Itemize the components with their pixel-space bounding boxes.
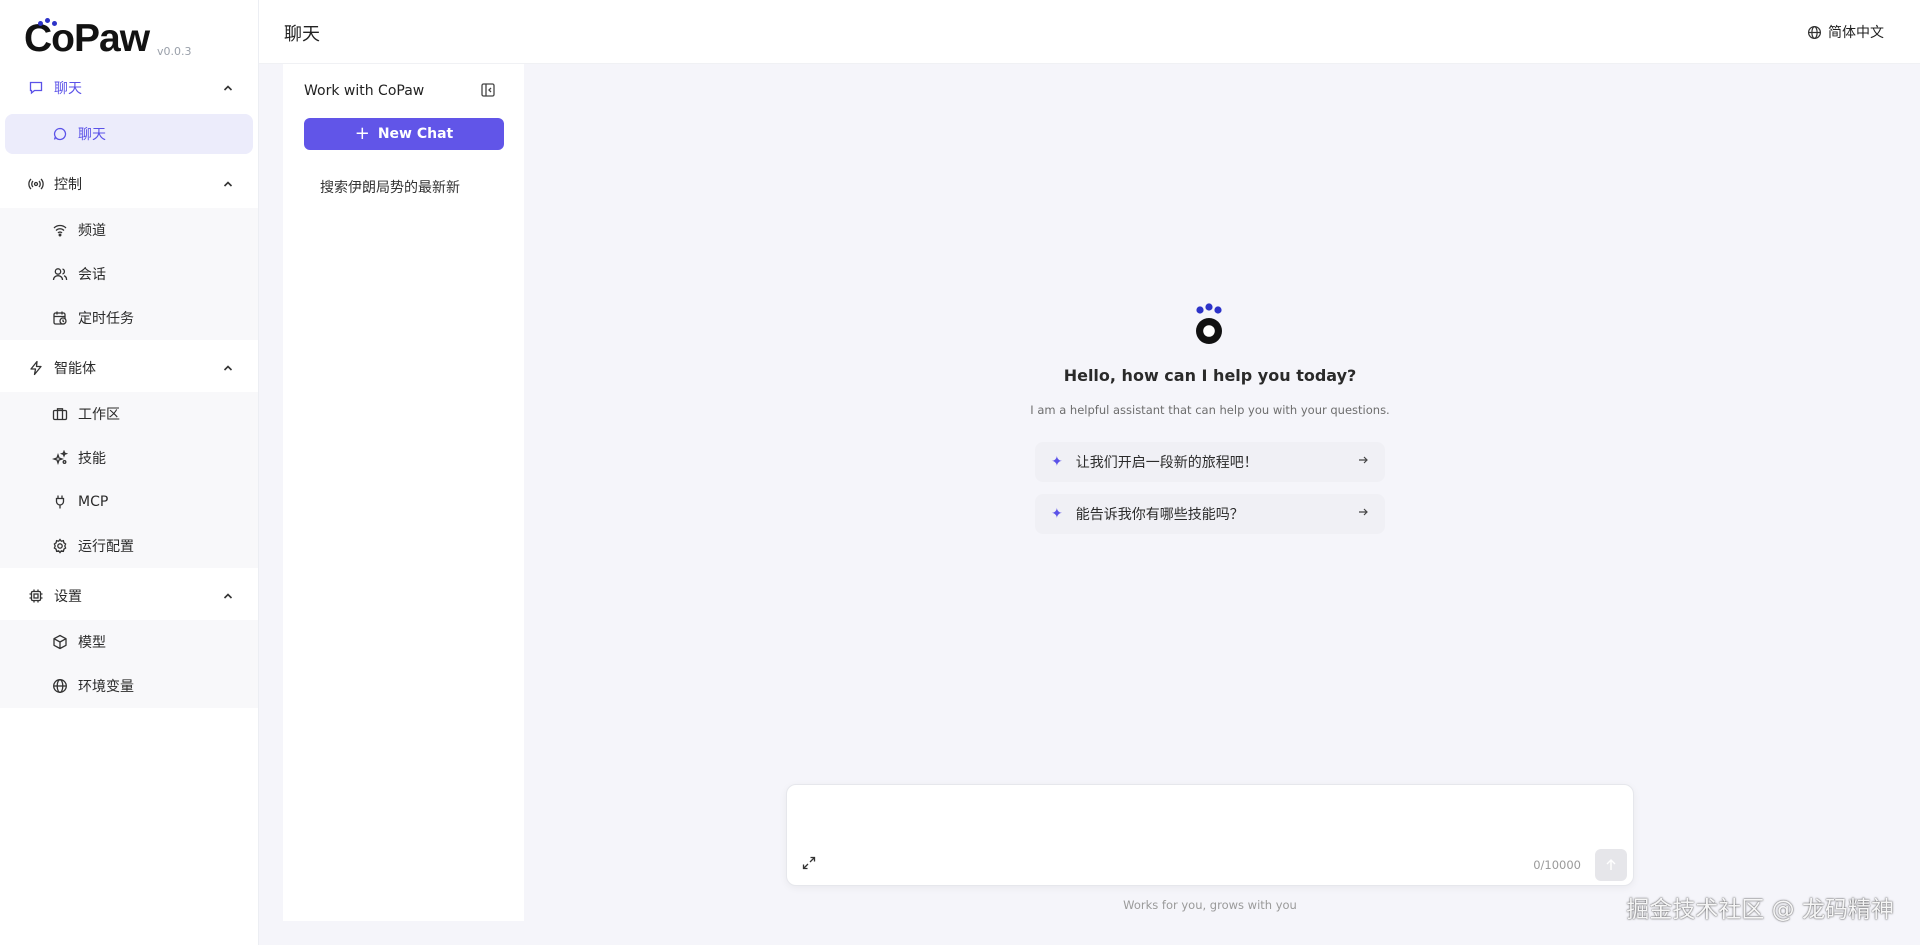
footer-tagline: Works for you, grows with you: [1123, 898, 1297, 912]
nav-group-label: 设置: [54, 589, 82, 605]
sidebar-item-label: 运行配置: [78, 539, 134, 555]
arrow-right-icon: [1359, 508, 1368, 516]
welcome-subtitle: I am a helpful assistant that can help y…: [1030, 403, 1390, 417]
chevron-up-icon[interactable]: [222, 590, 234, 602]
welcome-title: Hello, how can I help you today?: [1063, 366, 1357, 385]
nav-group-settings: 设置 模型 环境变量: [0, 572, 258, 708]
logo-dots-icon: [38, 18, 58, 26]
new-chat-button[interactable]: + New Chat: [304, 118, 504, 150]
users-icon: [52, 266, 68, 282]
nav-group-control-header[interactable]: 控制: [0, 160, 258, 208]
radio-signal-icon: [28, 176, 44, 192]
sidebar-item-channels[interactable]: 频道: [0, 208, 258, 252]
sparkle-icon: ✦: [1051, 506, 1063, 522]
sidebar-item-chat[interactable]: 聊天: [5, 114, 253, 154]
nav-group-chat-header[interactable]: 聊天: [0, 64, 258, 112]
nav-group-control-items: 频道 会话 定时任务: [0, 208, 258, 340]
sidebar-item-mcp[interactable]: MCP: [0, 480, 258, 524]
sidebar-item-env-vars[interactable]: 环境变量: [0, 664, 258, 708]
sidebar-item-label: 聊天: [78, 127, 106, 143]
globe-icon: [1807, 25, 1822, 39]
sidebar-item-label: 模型: [78, 635, 106, 651]
expand-icon[interactable]: [801, 855, 817, 871]
chevron-up-icon[interactable]: [222, 362, 234, 374]
nav-group-agent-header[interactable]: 智能体: [0, 344, 258, 392]
nav-group-label: 智能体: [54, 361, 96, 377]
suggested-prompt[interactable]: ✦ 让我们开启一段新的旅程吧！: [1035, 442, 1385, 482]
app-version: v0.0.3: [157, 45, 192, 58]
watermark: 掘金技术社区 @ 龙码精神: [1626, 897, 1894, 923]
send-button[interactable]: [1595, 849, 1627, 881]
sparkle-icon: ✦: [1051, 454, 1063, 470]
character-counter: 0/10000: [1533, 858, 1581, 872]
calendar-clock-icon: [52, 310, 68, 326]
sidebar-item-skills[interactable]: 技能: [0, 436, 258, 480]
sparkles-icon: [52, 450, 68, 466]
cpu-icon: [28, 588, 44, 604]
chevron-up-icon[interactable]: [222, 82, 234, 94]
nav-group-agent-items: 工作区 技能 MCP 运行配置: [0, 392, 258, 568]
sidebar-item-label: 定时任务: [78, 311, 134, 327]
arrow-up-icon: [1606, 859, 1616, 870]
briefcase-icon: [52, 406, 68, 422]
nav-group-agent: 智能体 工作区 技能 MCP 运行配置: [0, 344, 258, 568]
nav-group-control: 控制 频道 会话 定时任务: [0, 160, 258, 340]
sidebar-item-scheduled-tasks[interactable]: 定时任务: [0, 296, 258, 340]
chevron-up-icon[interactable]: [222, 178, 234, 190]
new-chat-label: New Chat: [377, 126, 454, 142]
conversation-panel: Work with CoPaw + New Chat 搜索伊朗局势的最新新: [283, 64, 524, 921]
nav-group-label: 聊天: [54, 81, 82, 97]
sidebar-item-label: MCP: [78, 494, 109, 510]
sidebar-item-label: 频道: [78, 223, 106, 239]
globe-icon: [52, 678, 68, 694]
sidebar-item-sessions[interactable]: 会话: [0, 252, 258, 296]
language-label: 简体中文: [1828, 25, 1884, 41]
suggested-prompt[interactable]: ✦ 能告诉我你有哪些技能吗？: [1035, 494, 1385, 534]
sidebar-collapse-icon[interactable]: [480, 82, 496, 98]
conversation-item[interactable]: 搜索伊朗局势的最新新: [320, 177, 460, 197]
sidebar-item-label: 会话: [78, 267, 106, 283]
sidebar-item-workspace[interactable]: 工作区: [0, 392, 258, 436]
sidebar-item-label: 环境变量: [78, 679, 134, 695]
suggested-prompt-label: 能告诉我你有哪些技能吗？: [1075, 507, 1244, 523]
message-composer: 0/10000: [786, 784, 1634, 886]
sidebar-item-runtime-config[interactable]: 运行配置: [0, 524, 258, 568]
suggested-prompt-label: 让我们开启一段新的旅程吧！: [1075, 455, 1258, 471]
message-input[interactable]: [787, 785, 1633, 845]
zap-icon: [28, 360, 44, 376]
arrow-right-icon: [1359, 456, 1368, 464]
copaw-paw-icon: [1196, 303, 1222, 344]
page-title: 聊天: [284, 24, 320, 45]
conversation-panel-title: Work with CoPaw: [304, 83, 425, 99]
nav-group-settings-items: 模型 环境变量: [0, 620, 258, 708]
nav-group-label: 控制: [54, 177, 82, 193]
wifi-icon: [52, 222, 68, 238]
top-header: 聊天 简体中文: [259, 0, 1920, 64]
plus-icon: +: [354, 123, 370, 144]
sidebar: CoPaw v0.0.3 聊天 聊天 控制 频道 会话 定时任务 智能体 工作区…: [0, 0, 259, 945]
cube-icon: [52, 634, 68, 650]
sidebar-item-label: 技能: [78, 451, 106, 467]
nav-group-settings-header[interactable]: 设置: [0, 572, 258, 620]
language-switcher[interactable]: 简体中文: [1807, 22, 1884, 42]
gear-icon: [52, 538, 68, 554]
message-circle-icon: [52, 126, 68, 142]
sidebar-item-models[interactable]: 模型: [0, 620, 258, 664]
sidebar-item-label: 工作区: [78, 407, 120, 423]
message-square-icon: [28, 80, 44, 96]
plug-icon: [52, 494, 68, 510]
nav-group-chat: 聊天 聊天: [0, 64, 258, 156]
